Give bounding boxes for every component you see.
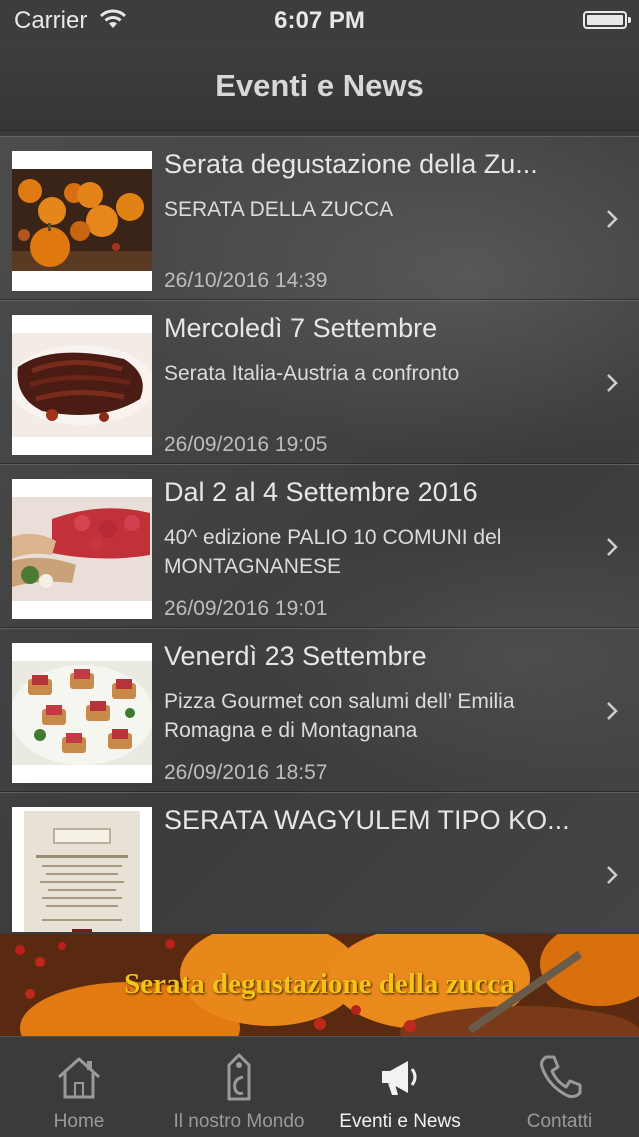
tag-icon (227, 1053, 251, 1101)
tab-label: Il nostro Mondo (173, 1111, 305, 1132)
status-bar: Carrier 6:07 PM (0, 0, 639, 40)
event-date: 26/10/2016 14:39 (164, 269, 328, 292)
event-row[interactable]: Mercoledì 7 Settembre Serata Italia-Aust… (0, 300, 639, 464)
meat-dish-image (12, 333, 152, 437)
page-title: Eventi e News (215, 68, 424, 103)
event-date: 26/09/2016 19:01 (164, 597, 328, 620)
event-title: Dal 2 al 4 Settembre 2016 (164, 477, 478, 507)
tab-bar: Home Il nostro Mondo Eventi e News Conta… (0, 1036, 639, 1137)
tab-label: Home (53, 1111, 105, 1132)
chevron-right-icon (607, 866, 618, 884)
event-row[interactable]: Dal 2 al 4 Settembre 2016 40^ edizione P… (0, 464, 639, 628)
event-thumbnail (12, 643, 152, 783)
tab-il-nostro-mondo[interactable]: Il nostro Mondo (158, 1037, 320, 1137)
event-subtitle: Serata Italia-Austria a confronto (164, 362, 460, 385)
megaphone-icon (382, 1061, 417, 1095)
event-title: Serata degustazione della Zu... (164, 149, 538, 179)
event-date: 26/09/2016 19:05 (164, 433, 328, 456)
event-title: Venerdì 23 Settembre (164, 641, 427, 671)
event-subtitle: Pizza Gourmet con salumi dell’ Emilia Ro… (164, 690, 515, 742)
event-subtitle: SERATA DELLA ZUCCA (164, 198, 394, 221)
tab-eventi-e-news[interactable]: Eventi e News (320, 1037, 480, 1137)
event-row[interactable]: Venerdì 23 Settembre Pizza Gourmet con s… (0, 628, 639, 792)
tab-label: Contatti (526, 1111, 593, 1132)
event-row[interactable]: Serata degustazione della Zu... SERATA D… (0, 136, 639, 300)
menu-flyer-image (12, 807, 152, 932)
chevron-right-icon (607, 702, 618, 720)
promo-banner[interactable]: Serata degustazione della zucca (0, 934, 639, 1036)
event-subtitle: 40^ edizione PALIO 10 COMUNI del MONTAGN… (164, 526, 502, 578)
event-list[interactable]: Serata degustazione della Zu... SERATA D… (0, 136, 639, 932)
phone-icon (539, 1055, 581, 1099)
battery-icon (583, 11, 631, 29)
chevron-right-icon (607, 210, 618, 228)
charcuterie-image (12, 497, 152, 601)
tab-home[interactable]: Home (0, 1037, 158, 1137)
event-thumbnail (12, 151, 152, 291)
event-row[interactable]: SERATA WAGYULEM TIPO KO... (0, 792, 639, 932)
clock: 6:07 PM (274, 7, 365, 34)
pizza-bites-image (12, 661, 152, 765)
chevron-right-icon (607, 538, 618, 556)
chevron-right-icon (607, 374, 618, 392)
banner-title: Serata degustazione della zucca (124, 968, 515, 1000)
event-thumbnail (12, 315, 152, 455)
home-icon (57, 1057, 101, 1099)
tab-contatti[interactable]: Contatti (480, 1037, 639, 1137)
navigation-bar: Eventi e News (0, 40, 639, 131)
event-date: 26/09/2016 18:57 (164, 761, 328, 784)
event-title: Mercoledì 7 Settembre (164, 313, 438, 343)
event-thumbnail (12, 479, 152, 619)
event-thumbnail (12, 807, 152, 932)
pumpkin-image (12, 169, 152, 271)
event-title: SERATA WAGYULEM TIPO KO... (164, 805, 570, 835)
tab-label: Eventi e News (339, 1111, 461, 1132)
